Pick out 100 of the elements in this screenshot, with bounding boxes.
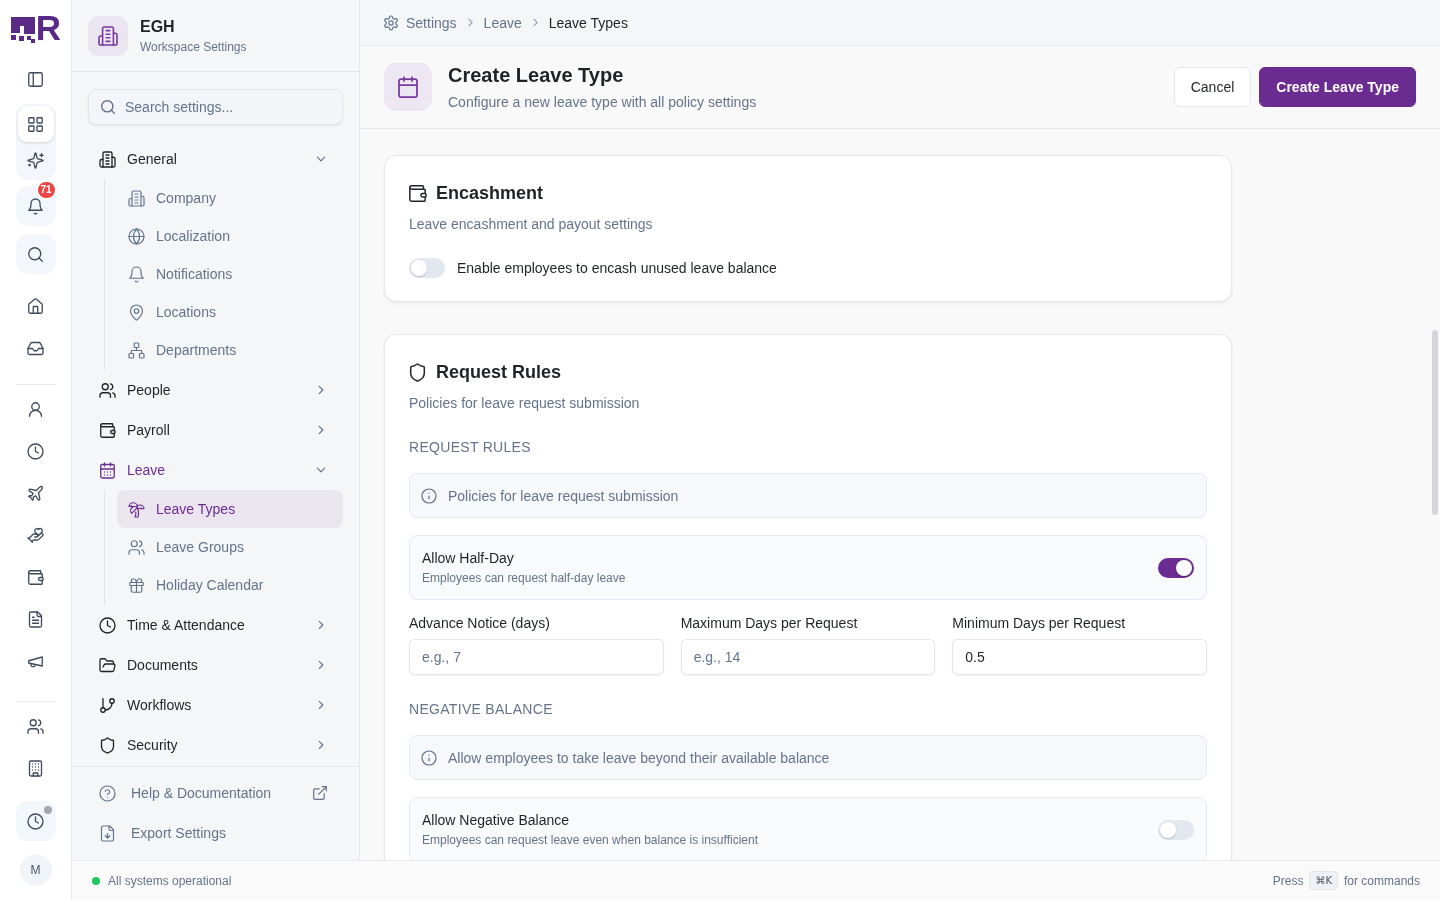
nav-subitem[interactable]: Locations: [117, 293, 343, 331]
hint-text: for commands: [1343, 873, 1420, 888]
palm-tree-icon: [129, 501, 144, 517]
help-icon: [100, 785, 115, 801]
users-icon: [100, 382, 115, 398]
clock-icon: [28, 443, 43, 459]
building-icon: [88, 15, 128, 56]
nav-item[interactable]: Workflows: [88, 685, 343, 725]
status-text: All systems operational: [108, 873, 232, 888]
nav-subitem[interactable]: Company: [117, 179, 343, 217]
toggle-switch[interactable]: [1158, 819, 1194, 840]
folder-icon: [100, 657, 115, 673]
search-icon: [28, 246, 43, 262]
toggle-hint: Employees can request leave even when balance is insufficient: [422, 832, 758, 848]
input-field[interactable]: e.g., 14: [680, 639, 936, 675]
nav-item[interactable]: Documents: [88, 645, 343, 685]
users-icon: [129, 539, 144, 555]
workspace-subtitle: Workspace Settings: [140, 38, 247, 55]
calendar-icon: [384, 63, 432, 111]
nav-subitem[interactable]: Leave Types: [117, 490, 343, 528]
branch-icon: [100, 697, 115, 713]
toggle-title: Allow Half-Day: [422, 549, 515, 567]
info-icon: [422, 488, 436, 503]
rail-nav-item[interactable]: [17, 106, 54, 142]
wallet-icon: [409, 184, 426, 202]
nav-item[interactable]: Payroll: [88, 410, 343, 450]
nav-subitem[interactable]: Notifications: [117, 255, 343, 293]
page-subtitle: Configure a new leave type with all policy settings: [448, 93, 757, 112]
nav-item[interactable]: Time & Attendance: [88, 605, 343, 645]
map-pin-icon: [129, 304, 144, 320]
inbox-icon: [28, 340, 43, 356]
office-building-icon: [28, 760, 43, 776]
info-icon: [422, 750, 436, 765]
nav-item[interactable]: People: [88, 370, 343, 410]
toggle-label: Enable employees to encash unused leave balance: [457, 260, 777, 276]
settings-icon: [384, 15, 398, 30]
page-title: Create Leave Type: [448, 63, 625, 88]
field-label: Maximum Days per Request: [680, 614, 859, 633]
nav-subitem[interactable]: Departments: [117, 331, 343, 369]
card-title: Encashment: [436, 182, 544, 205]
card-description: Policies for leave request submission: [409, 394, 641, 413]
document-icon: [28, 611, 43, 627]
logo-mark-icon: [10, 17, 35, 43]
user-icon: [28, 401, 43, 417]
plane-icon: [28, 485, 43, 501]
notification-badge: 71: [35, 180, 57, 200]
primary-button[interactable]: Create Leave Type: [1259, 67, 1416, 107]
hint-text: Press: [1272, 873, 1304, 888]
nav-item[interactable]: Leave: [88, 450, 343, 490]
sparkle-icon: [28, 152, 43, 168]
logo-text: R: [35, 12, 61, 43]
toggle-title: Allow Negative Balance: [422, 811, 571, 829]
toggle-switch[interactable]: [1158, 557, 1194, 578]
section-heading: REQUEST RULES: [409, 438, 532, 457]
calendar-icon: [100, 462, 115, 478]
workspace-name: EGH: [140, 16, 176, 37]
breadcrumb-link[interactable]: Settings: [406, 14, 457, 31]
nav-item[interactable]: Security: [88, 725, 343, 765]
search-field[interactable]: Search settings...: [88, 89, 343, 125]
input-field[interactable]: e.g., 7: [409, 639, 664, 675]
bell-icon: [28, 198, 43, 214]
field-label: Minimum Days per Request: [952, 614, 1127, 633]
input-field[interactable]: 0.5: [952, 639, 1207, 675]
avatar[interactable]: M: [19, 854, 52, 886]
breadcrumb-link[interactable]: Leave: [483, 14, 522, 31]
wallet-icon: [100, 422, 115, 438]
sidebar-link[interactable]: Export Settings: [88, 813, 343, 853]
clock-icon: [100, 617, 115, 633]
home-icon: [28, 298, 43, 314]
wallet-icon: [28, 569, 43, 585]
nav-subitem[interactable]: Localization: [117, 217, 343, 255]
nav-subitem[interactable]: Leave Groups: [117, 528, 343, 566]
shield-icon: [409, 363, 426, 381]
card-description: Leave encashment and payout settings: [409, 215, 654, 234]
bell-icon: [129, 266, 144, 282]
keyboard-shortcut: ⌘K: [1309, 871, 1338, 890]
hand-heart-icon: [28, 527, 43, 543]
building-icon: [100, 151, 115, 167]
panel-left-icon: [28, 71, 43, 87]
search-icon: [101, 100, 115, 114]
breadcrumb-current: Leave Types: [548, 14, 628, 31]
status-dot-icon: [92, 876, 100, 885]
globe-icon: [129, 228, 144, 244]
secondary-button[interactable]: Cancel: [1173, 67, 1252, 107]
grid-icon: [28, 116, 43, 132]
nav-subitem[interactable]: Holiday Calendar: [117, 566, 343, 604]
shield-icon: [100, 737, 115, 753]
nav-item[interactable]: General: [88, 139, 343, 179]
field-label: Advance Notice (days): [409, 614, 551, 633]
megaphone-icon: [28, 653, 43, 669]
toggle-hint: Employees can request half-day leave: [422, 570, 626, 586]
info-text: Allow employees to take leave beyond their available balance: [448, 749, 830, 766]
card-title: Request Rules: [436, 361, 562, 384]
toggle-switch[interactable]: [409, 258, 445, 278]
info-text: Policies for leave request submission: [448, 487, 679, 504]
scrollbar-thumb[interactable]: [1432, 330, 1438, 515]
users-icon: [28, 718, 43, 734]
sidebar-link[interactable]: Help & Documentation: [88, 773, 343, 813]
section-heading: NEGATIVE BALANCE: [409, 700, 554, 719]
file-download-icon: [100, 825, 115, 841]
